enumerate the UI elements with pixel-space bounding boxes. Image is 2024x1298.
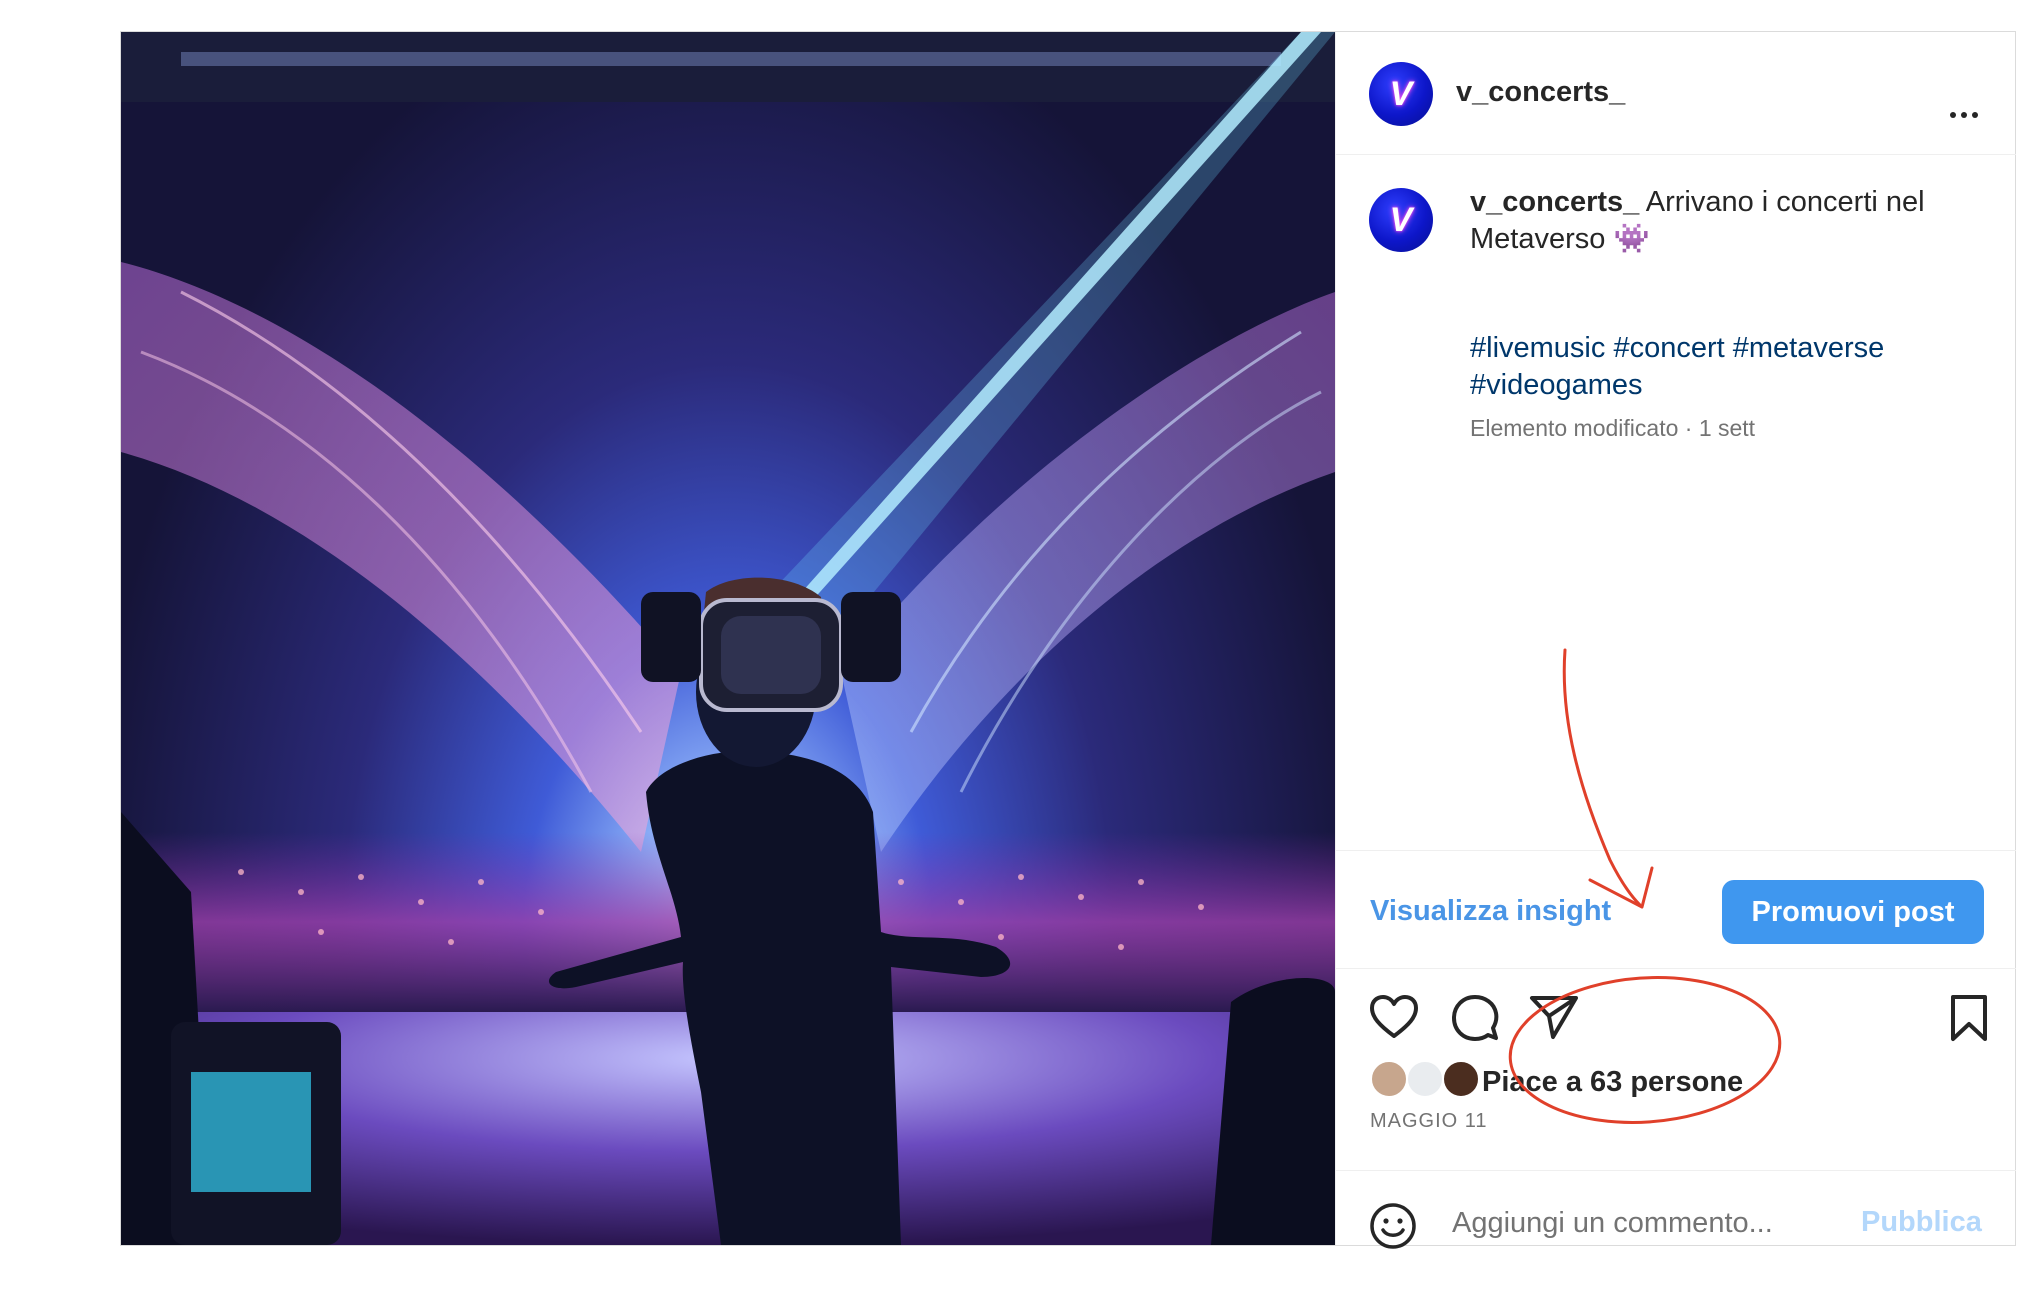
avatar-letter: V: [1389, 200, 1413, 239]
post-sidebar: V v_concerts_ V v_concerts_ Arrivano i c…: [1335, 32, 2016, 1249]
concert-illustration: [121, 32, 1335, 1245]
post-card: V v_concerts_ V v_concerts_ Arrivano i c…: [120, 31, 2016, 1249]
header-username[interactable]: v_concerts_: [1456, 76, 1625, 109]
post-meta: Elemento modificato · 1 sett: [1470, 415, 1756, 441]
promote-post-button[interactable]: Promuovi post: [1722, 880, 1984, 944]
post-date: MAGGIO 11: [1370, 1110, 1488, 1132]
send-icon[interactable]: [1529, 994, 1579, 1040]
avatar: [1442, 1060, 1480, 1098]
comment-icon[interactable]: [1451, 994, 1499, 1042]
more-horizontal-icon[interactable]: [1950, 112, 1978, 118]
hashtag-link[interactable]: #metaverse: [1733, 332, 1885, 364]
caption-username[interactable]: v_concerts_: [1470, 186, 1639, 218]
alien-monster-emoji: 👾: [1613, 223, 1650, 255]
hashtag-link[interactable]: #videogames: [1470, 369, 1643, 401]
caption-hashtags: #livemusic #concert #metaverse #videogam…: [1470, 330, 1990, 404]
likes-count[interactable]: Piace a 63 persone: [1482, 1066, 1743, 1099]
caption-avatar[interactable]: V: [1369, 188, 1433, 252]
avatar: [1370, 1060, 1408, 1098]
avatar: [1406, 1060, 1444, 1098]
bookmark-icon[interactable]: [1949, 994, 1989, 1042]
smiley-icon[interactable]: [1369, 1202, 1417, 1250]
post-caption: v_concerts_ Arrivano i concerti nel Meta…: [1470, 184, 1990, 258]
post-image[interactable]: [121, 32, 1335, 1245]
heart-icon[interactable]: [1369, 994, 1419, 1040]
hashtag-link[interactable]: #livemusic: [1470, 332, 1605, 364]
insights-bar: Visualizza insight Promuovi post: [1336, 850, 2016, 969]
account-avatar[interactable]: V: [1369, 62, 1433, 126]
post-header: V v_concerts_: [1336, 32, 2016, 155]
view-insights-link[interactable]: Visualizza insight: [1370, 895, 1611, 928]
avatar-letter: V: [1389, 74, 1413, 113]
hashtag-link[interactable]: #concert: [1613, 332, 1724, 364]
comment-input[interactable]: [1450, 1202, 1854, 1244]
publish-button[interactable]: Pubblica: [1861, 1206, 1982, 1239]
